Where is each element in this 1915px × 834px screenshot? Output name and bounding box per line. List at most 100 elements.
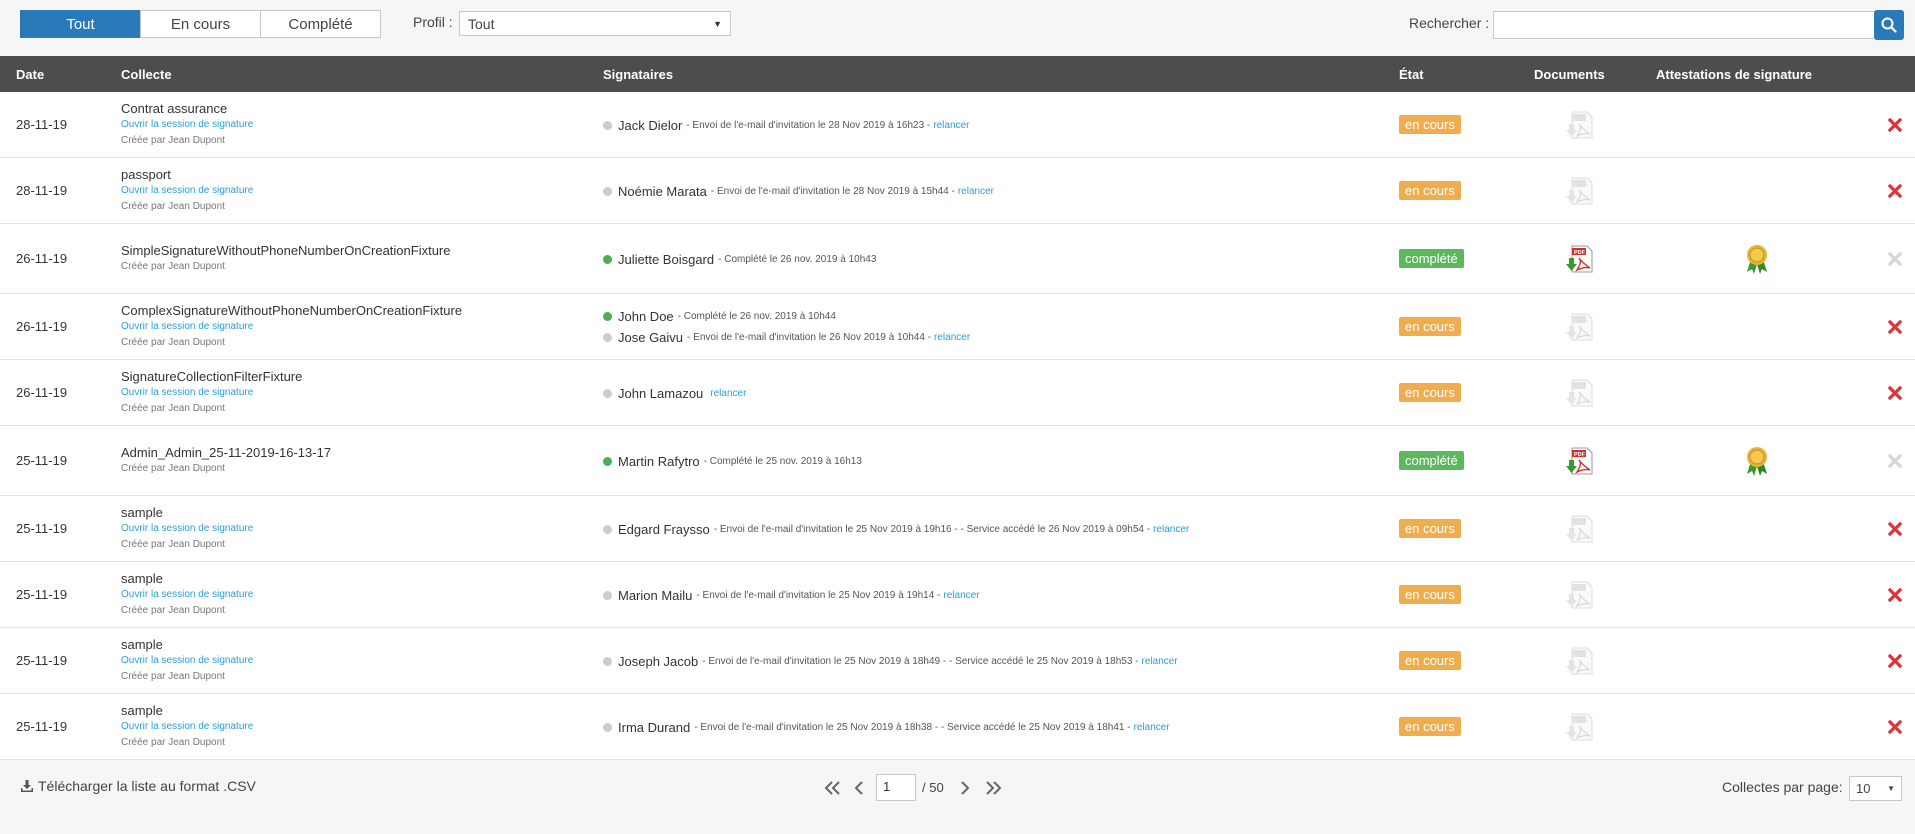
prev-page-icon[interactable] xyxy=(854,780,864,795)
signer-name: Noémie Marata xyxy=(618,184,707,199)
pdf-download-icon[interactable]: PDF xyxy=(1566,446,1596,476)
relancer-link[interactable]: relancer xyxy=(1134,717,1170,738)
collecte-name: SignatureCollectionFilterFixture xyxy=(121,369,303,384)
open-session-link[interactable]: Ouvrir la session de signature xyxy=(121,385,302,401)
signer-detail: - Envoi de l'e-mail d'invitation le 28 N… xyxy=(686,120,931,131)
download-icon xyxy=(21,780,33,792)
header-date[interactable]: Date xyxy=(16,67,44,82)
collecte-creator: Créée par Jean Dupont xyxy=(121,337,225,348)
collecte-creator: Créée par Jean Dupont xyxy=(121,605,225,616)
open-session-link[interactable]: Ouvrir la session de signature xyxy=(121,653,253,669)
open-session-link[interactable]: Ouvrir la session de signature xyxy=(121,521,253,537)
pdf-download-icon xyxy=(1566,110,1596,140)
collecte-cell: Contrat assurance Ouvrir la session de si… xyxy=(121,101,253,149)
relancer-link[interactable]: relancer xyxy=(1153,519,1189,540)
collecte-creator: Créée par Jean Dupont xyxy=(121,135,225,146)
next-page-icon[interactable] xyxy=(960,780,970,795)
signer-name: Jack Dielor xyxy=(618,118,683,133)
open-session-link[interactable]: Ouvrir la session de signature xyxy=(121,183,253,199)
signers-cell: John Doe - Complété le 26 nov. 2019 à 10h… xyxy=(603,306,970,348)
header-collecte[interactable]: Collecte xyxy=(121,67,172,82)
delete-x-icon[interactable] xyxy=(1887,385,1903,401)
relancer-link[interactable]: relancer xyxy=(958,181,994,202)
table-row: 26-11-19 SignatureCollectionFilterFixture… xyxy=(0,360,1915,426)
row-date: 26-11-19 xyxy=(16,319,68,334)
delete-x-icon[interactable] xyxy=(1887,183,1903,199)
delete-x-icon[interactable] xyxy=(1887,117,1903,133)
signer-name: Edgard Fraysso xyxy=(618,522,710,537)
signer-status-dot xyxy=(603,389,612,398)
signer-status-dot xyxy=(603,657,612,666)
per-page-select[interactable]: 10 ▼ xyxy=(1849,776,1902,801)
search-input[interactable] xyxy=(1493,11,1875,39)
relancer-link[interactable]: relancer xyxy=(943,585,979,606)
collecte-name: passport xyxy=(121,167,171,182)
signer-entry: Marion Mailu - Envoi de l'e-mail d'invita… xyxy=(603,585,980,606)
collecte-name: SimpleSignatureWithoutPhoneNumberOnCreat… xyxy=(121,243,451,258)
delete-x-icon[interactable] xyxy=(1887,319,1903,335)
delete-x-icon[interactable] xyxy=(1887,587,1903,603)
open-session-link[interactable]: Ouvrir la session de signature xyxy=(121,319,462,335)
status-badge: en cours xyxy=(1399,651,1461,670)
signer-name: Martin Rafytro xyxy=(618,454,700,469)
relancer-link[interactable]: relancer xyxy=(934,327,970,348)
pdf-download-icon xyxy=(1566,712,1596,742)
header-etat[interactable]: État xyxy=(1399,67,1424,82)
open-session-link[interactable]: Ouvrir la session de signature xyxy=(121,587,253,603)
svg-text:PDF: PDF xyxy=(1574,452,1586,458)
signers-cell: Marion Mailu - Envoi de l'e-mail d'invita… xyxy=(603,585,980,606)
signer-name: Jose Gaivu xyxy=(618,330,684,345)
certificate-ribbon-icon[interactable] xyxy=(1742,445,1772,477)
row-date: 25-11-19 xyxy=(16,453,68,468)
last-page-icon[interactable] xyxy=(984,780,1002,795)
status-badge: complété xyxy=(1399,451,1464,470)
table-row: 25-11-19 sample Ouvrir la session de signa… xyxy=(0,694,1915,760)
row-date: 28-11-19 xyxy=(16,117,68,132)
status-badge: en cours xyxy=(1399,115,1461,134)
signer-status-dot xyxy=(603,187,612,196)
collecte-name: Contrat assurance xyxy=(121,101,228,116)
delete-x-icon[interactable] xyxy=(1887,719,1903,735)
pdf-download-icon[interactable]: PDF xyxy=(1566,244,1596,274)
collecte-creator: Créée par Jean Dupont xyxy=(121,539,225,550)
row-date: 26-11-19 xyxy=(16,251,68,266)
row-date: 26-11-19 xyxy=(16,385,68,400)
relancer-link[interactable]: relancer xyxy=(710,383,746,404)
signer-status-dot xyxy=(603,723,612,732)
collecte-creator: Créée par Jean Dupont xyxy=(121,403,225,414)
collecte-cell: SimpleSignatureWithoutPhoneNumberOnCreat… xyxy=(121,243,451,275)
collecte-cell: sample Ouvrir la session de signature Créé… xyxy=(121,703,253,751)
filter-en-cours-button[interactable]: En cours xyxy=(140,10,261,38)
profil-select[interactable]: Tout ▼ xyxy=(459,11,731,36)
signer-entry: Noémie Marata - Envoi de l'e-mail d'invit… xyxy=(603,181,994,202)
open-session-link[interactable]: Ouvrir la session de signature xyxy=(121,719,253,735)
chevron-down-icon: ▼ xyxy=(1887,784,1895,793)
table-row: 25-11-19 sample Ouvrir la session de signa… xyxy=(0,562,1915,628)
page-number-input[interactable]: 1 xyxy=(876,774,916,801)
signer-detail: - Envoi de l'e-mail d'invitation le 28 N… xyxy=(710,186,955,197)
csv-download-link[interactable]: Télécharger la liste au format .CSV xyxy=(20,778,256,794)
table-row: 26-11-19 SimpleSignatureWithoutPhoneNumbe… xyxy=(0,224,1915,294)
search-button[interactable] xyxy=(1874,10,1904,40)
table-row: 25-11-19 sample Ouvrir la session de signa… xyxy=(0,628,1915,694)
open-session-link[interactable]: Ouvrir la session de signature xyxy=(121,117,253,133)
certificate-ribbon-icon[interactable] xyxy=(1742,243,1772,275)
status-badge: en cours xyxy=(1399,383,1461,402)
relancer-link[interactable]: relancer xyxy=(933,115,969,136)
filter-complete-button[interactable]: Complété xyxy=(260,10,381,38)
signer-status-dot xyxy=(603,525,612,534)
signer-entry: Irma Durand - Envoi de l'e-mail d'invitat… xyxy=(603,717,1170,738)
first-page-icon[interactable] xyxy=(824,780,842,795)
collecte-name: ComplexSignatureWithoutPhoneNumberOnCrea… xyxy=(121,303,463,318)
table-body: 28-11-19 Contrat assurance Ouvrir la sessi… xyxy=(0,92,1915,760)
collecte-creator: Créée par Jean Dupont xyxy=(121,463,225,474)
delete-x-icon[interactable] xyxy=(1887,653,1903,669)
delete-x-icon[interactable] xyxy=(1887,521,1903,537)
signers-cell: John Lamazou relancer xyxy=(603,383,746,404)
filter-tout-button[interactable]: Tout xyxy=(20,10,141,38)
status-badge: en cours xyxy=(1399,181,1461,200)
header-signataires: Signataires xyxy=(603,67,674,82)
search-label: Rechercher : xyxy=(1409,15,1490,31)
relancer-link[interactable]: relancer xyxy=(1142,651,1178,672)
signers-cell: Irma Durand - Envoi de l'e-mail d'invitat… xyxy=(603,717,1170,738)
